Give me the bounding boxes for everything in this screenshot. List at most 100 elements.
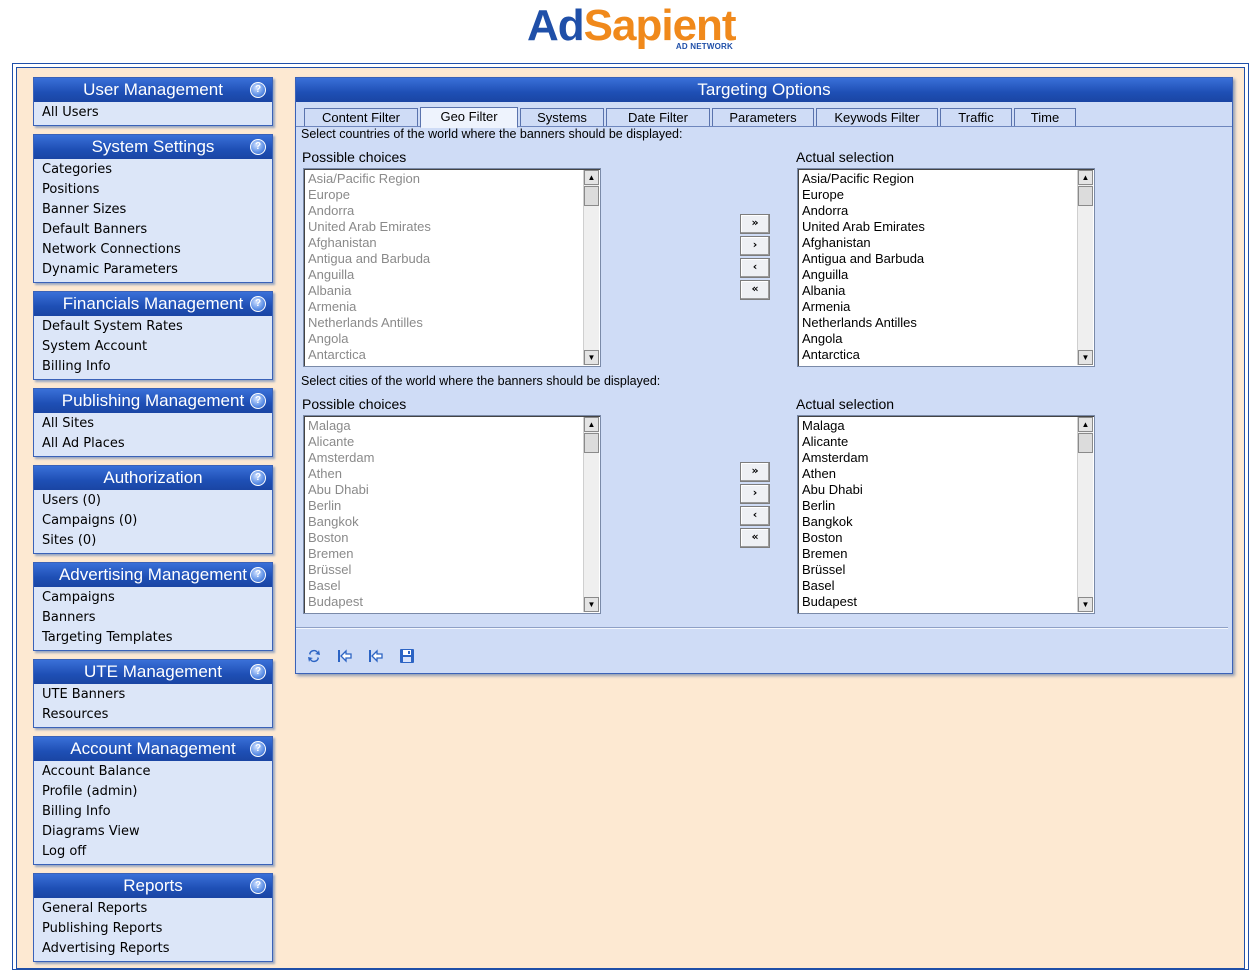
menu-item-system-account[interactable]: System Account: [34, 337, 272, 357]
country-option[interactable]: United Arab Emirates: [802, 219, 1076, 235]
city-option[interactable]: Malaga: [308, 418, 582, 434]
back-alt-icon[interactable]: [367, 647, 385, 665]
city-option[interactable]: Bangkok: [802, 514, 1076, 530]
remove-city-button[interactable]: ‹: [740, 506, 770, 526]
city-option[interactable]: Amsterdam: [802, 450, 1076, 466]
help-icon[interactable]: ?: [250, 82, 266, 98]
scroll-up-arrow-icon[interactable]: ▲: [1078, 170, 1093, 185]
country-option[interactable]: Asia/Pacific Region: [308, 171, 582, 187]
scrollbar[interactable]: ▲ ▼: [583, 170, 599, 365]
country-option[interactable]: Anguilla: [802, 267, 1076, 283]
scroll-down-arrow-icon[interactable]: ▼: [1078, 350, 1093, 365]
menu-item-advertising-reports[interactable]: Advertising Reports: [34, 939, 272, 959]
scroll-up-arrow-icon[interactable]: ▲: [584, 170, 599, 185]
menu-item-banners[interactable]: Banners: [34, 608, 272, 628]
scroll-down-arrow-icon[interactable]: ▼: [1078, 597, 1093, 612]
country-option[interactable]: Armenia: [802, 299, 1076, 315]
menu-item-diagrams-view[interactable]: Diagrams View: [34, 822, 272, 842]
country-option[interactable]: Albania: [308, 283, 582, 299]
menu-item-profile[interactable]: Profile (admin): [34, 782, 272, 802]
scroll-up-arrow-icon[interactable]: ▲: [1078, 417, 1093, 432]
country-option[interactable]: Albania: [802, 283, 1076, 299]
menu-item-billing-info[interactable]: Billing Info: [34, 357, 272, 377]
add-country-button[interactable]: ›: [740, 236, 770, 256]
menu-item-banner-sizes[interactable]: Banner Sizes: [34, 200, 272, 220]
add-city-button[interactable]: ›: [740, 484, 770, 504]
menu-item-default-banners[interactable]: Default Banners: [34, 220, 272, 240]
city-option[interactable]: Alicante: [308, 434, 582, 450]
menu-item-ute-banners[interactable]: UTE Banners: [34, 685, 272, 705]
menu-item-dynamic-parameters[interactable]: Dynamic Parameters: [34, 260, 272, 280]
help-icon[interactable]: ?: [250, 741, 266, 757]
help-icon[interactable]: ?: [250, 567, 266, 583]
add-all-countries-button[interactable]: »: [740, 214, 770, 234]
country-option[interactable]: Afghanistan: [802, 235, 1076, 251]
country-option[interactable]: Afghanistan: [308, 235, 582, 251]
menu-item-billing-info[interactable]: Billing Info: [34, 802, 272, 822]
add-all-cities-button[interactable]: »: [740, 462, 770, 482]
tab-systems[interactable]: Systems: [520, 108, 604, 126]
country-option[interactable]: Europe: [802, 187, 1076, 203]
city-option[interactable]: Boston: [802, 530, 1076, 546]
country-option[interactable]: Europe: [308, 187, 582, 203]
menu-item-default-system-rates[interactable]: Default System Rates: [34, 317, 272, 337]
city-option[interactable]: Brüssel: [802, 562, 1076, 578]
menu-item-publishing-reports[interactable]: Publishing Reports: [34, 919, 272, 939]
country-option[interactable]: Antigua and Barbuda: [308, 251, 582, 267]
city-option[interactable]: Basel: [308, 578, 582, 594]
scrollbar[interactable]: ▲ ▼: [1077, 417, 1093, 612]
help-icon[interactable]: ?: [250, 139, 266, 155]
menu-item-resources[interactable]: Resources: [34, 705, 272, 725]
menu-item-users[interactable]: Users (0): [34, 491, 272, 511]
tab-time[interactable]: Time: [1014, 108, 1076, 126]
country-option[interactable]: Andorra: [308, 203, 582, 219]
country-option[interactable]: Antigua and Barbuda: [802, 251, 1076, 267]
menu-item-log-off[interactable]: Log off: [34, 842, 272, 862]
refresh-icon[interactable]: [305, 647, 323, 665]
city-option[interactable]: Bangkok: [308, 514, 582, 530]
city-option[interactable]: Bremen: [308, 546, 582, 562]
country-option[interactable]: Andorra: [802, 203, 1076, 219]
city-option[interactable]: Berlin: [802, 498, 1076, 514]
menu-item-positions[interactable]: Positions: [34, 180, 272, 200]
menu-item-account-balance[interactable]: Account Balance: [34, 762, 272, 782]
scroll-down-arrow-icon[interactable]: ▼: [584, 350, 599, 365]
country-option[interactable]: Antarctica: [802, 347, 1076, 363]
remove-country-button[interactable]: ‹: [740, 258, 770, 278]
remove-all-countries-button[interactable]: «: [740, 280, 770, 300]
country-option[interactable]: Anguilla: [308, 267, 582, 283]
scroll-up-arrow-icon[interactable]: ▲: [584, 417, 599, 432]
country-option[interactable]: Netherlands Antilles: [802, 315, 1076, 331]
city-option[interactable]: Brüssel: [308, 562, 582, 578]
help-icon[interactable]: ?: [250, 296, 266, 312]
menu-item-general-reports[interactable]: General Reports: [34, 899, 272, 919]
scroll-down-arrow-icon[interactable]: ▼: [584, 597, 599, 612]
menu-item-campaigns[interactable]: Campaigns: [34, 588, 272, 608]
city-option[interactable]: Athen: [802, 466, 1076, 482]
city-option[interactable]: Abu Dhabi: [802, 482, 1076, 498]
city-option[interactable]: Bremen: [802, 546, 1076, 562]
city-option[interactable]: Berlin: [308, 498, 582, 514]
country-option[interactable]: Asia/Pacific Region: [802, 171, 1076, 187]
menu-item-sites[interactable]: Sites (0): [34, 531, 272, 551]
tab-geo-filter[interactable]: Geo Filter: [420, 107, 518, 128]
tab-date-filter[interactable]: Date Filter: [606, 108, 710, 126]
menu-item-targeting-templates[interactable]: Targeting Templates: [34, 628, 272, 648]
remove-all-cities-button[interactable]: «: [740, 528, 770, 548]
scroll-thumb[interactable]: [584, 186, 599, 206]
country-option[interactable]: United Arab Emirates: [308, 219, 582, 235]
city-option[interactable]: Budapest: [308, 594, 582, 610]
help-icon[interactable]: ?: [250, 664, 266, 680]
city-option[interactable]: Malaga: [802, 418, 1076, 434]
save-icon[interactable]: [398, 647, 416, 665]
city-option[interactable]: Basel: [802, 578, 1076, 594]
tab-keywords-filter[interactable]: Keywods Filter: [816, 108, 938, 126]
countries-possible-list[interactable]: Asia/Pacific Region Europe Andorra United A…: [303, 168, 601, 367]
scrollbar[interactable]: ▲ ▼: [1077, 170, 1093, 365]
country-option[interactable]: Netherlands Antilles: [308, 315, 582, 331]
city-option[interactable]: Amsterdam: [308, 450, 582, 466]
city-option[interactable]: Alicante: [802, 434, 1076, 450]
scroll-thumb[interactable]: [584, 433, 599, 453]
menu-item-campaigns[interactable]: Campaigns (0): [34, 511, 272, 531]
help-icon[interactable]: ?: [250, 878, 266, 894]
